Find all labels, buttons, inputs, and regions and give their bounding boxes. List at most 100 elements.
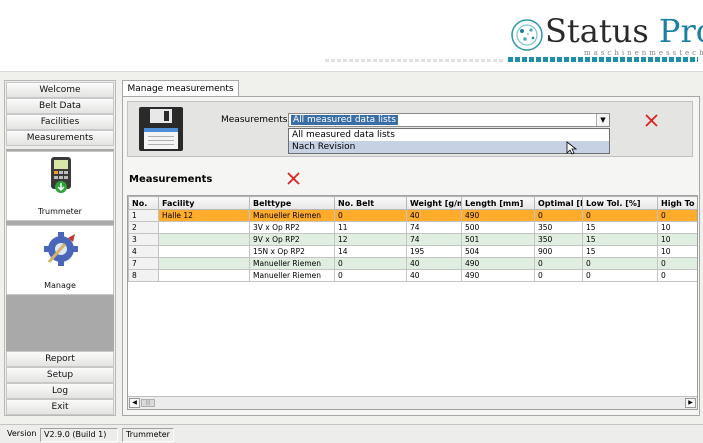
column-header[interactable]: High To <box>657 196 697 210</box>
table-cell: 0 <box>534 257 583 270</box>
table-cell: 10 <box>657 245 697 258</box>
table-cell: 74 <box>406 221 462 234</box>
device-name: Trummeter <box>122 428 174 442</box>
tab-manage-measurements[interactable]: Manage measurements <box>122 80 239 97</box>
table-cell: 12 <box>334 233 407 246</box>
table-cell: 74 <box>406 233 462 246</box>
chevron-down-icon[interactable]: ▼ <box>596 114 609 126</box>
table-cell: 15N x Op RP2 <box>249 245 335 258</box>
table-row[interactable]: 8 Manueller Riemen 0 40 490 0 0 0 <box>128 269 697 282</box>
table-cell: 500 <box>461 221 535 234</box>
measurementset-select[interactable]: All measured data lists ▼ <box>288 113 610 127</box>
table-cell: 1 <box>128 209 159 222</box>
column-header[interactable]: Belttype <box>249 196 335 210</box>
logo-dotted-line-faint <box>325 59 505 62</box>
manage-measurements-panel: Measurementset All measured data lists ▼… <box>122 96 700 416</box>
sidebar-item-measurements[interactable]: Measurements <box>6 130 114 146</box>
table-row[interactable]: 1 Halle 12 Manueller Riemen 0 40 490 0 0… <box>128 209 697 222</box>
column-header[interactable]: Optimal [N <box>534 196 583 210</box>
table-cell: 40 <box>406 209 462 222</box>
table-cell: 0 <box>334 209 407 222</box>
table-cell: 3 <box>128 233 159 246</box>
column-header[interactable]: Low Tol. [%] <box>582 196 658 210</box>
measurementset-label: Measurementset <box>221 115 297 125</box>
measurementset-option[interactable]: Nach Revision <box>289 141 609 153</box>
table-cell: 0 <box>534 269 583 282</box>
delete-measurement-icon[interactable] <box>286 171 301 186</box>
sidebar: Welcome Belt Data Facilities Measurement… <box>4 80 116 416</box>
table-row[interactable]: 4 15N x Op RP2 14 195 504 900 15 10 <box>128 245 697 258</box>
table-cell: 0 <box>657 269 697 282</box>
sidebar-tool-manage[interactable]: Manage <box>6 225 114 295</box>
sidebar-item-welcome[interactable]: Welcome <box>6 82 114 98</box>
column-header[interactable]: No. <box>128 196 159 210</box>
version-value: V2.9.0 (Build 1) <box>40 428 118 442</box>
table-cell: 3V x Op RP2 <box>249 221 335 234</box>
sidebar-item-report[interactable]: Report <box>6 351 114 367</box>
sidebar-item-belt-data[interactable]: Belt Data <box>6 98 114 114</box>
version-label: Version <box>7 429 37 438</box>
column-header[interactable]: Weight [g/m <box>406 196 462 210</box>
table-cell: 195 <box>406 245 462 258</box>
table-cell: 0 <box>534 209 583 222</box>
scroll-left-icon[interactable]: ◀ <box>129 398 140 408</box>
floppy-disk-icon <box>139 107 183 151</box>
column-header[interactable]: No. Belt <box>334 196 407 210</box>
table-cell: 8 <box>128 269 159 282</box>
sidebar-tool-panel: Trummeter Manage <box>6 149 114 351</box>
brand-logo-text: Status Pro <box>545 12 703 50</box>
table-cell: 350 <box>534 233 583 246</box>
column-header[interactable]: Length [mm] <box>461 196 535 210</box>
sidebar-item-facilities[interactable]: Facilities <box>6 114 114 130</box>
table-cell: 7 <box>128 257 159 270</box>
table-cell: 490 <box>461 209 535 222</box>
table-cell: 490 <box>461 257 535 270</box>
column-header[interactable]: Facility <box>158 196 250 210</box>
table-cell: 0 <box>657 257 697 270</box>
logo-swirl-icon <box>511 19 543 51</box>
table-cell: 15 <box>582 245 658 258</box>
table-cell: 14 <box>334 245 407 258</box>
table-header-row: No. Facility Belttype No. Belt Weight [g… <box>128 196 697 210</box>
table-cell: 0 <box>582 257 658 270</box>
sidebar-item-exit[interactable]: Exit <box>6 399 114 415</box>
table-cell <box>158 257 250 270</box>
table-cell: 11 <box>334 221 407 234</box>
manage-gear-icon <box>44 232 78 266</box>
scroll-right-icon[interactable]: ▶ <box>685 398 696 408</box>
measurements-title: Measurements <box>129 174 213 185</box>
table-cell: 40 <box>406 269 462 282</box>
table-cell: Halle 12 <box>158 209 250 222</box>
measurementset-option[interactable]: All measured data lists <box>289 129 609 141</box>
table-cell: 15 <box>582 221 658 234</box>
measurementset-box: Measurementset All measured data lists ▼… <box>127 101 693 157</box>
trummeter-device-icon <box>51 157 71 193</box>
table-cell: 0 <box>334 257 407 270</box>
table-cell <box>158 269 250 282</box>
table-cell: 900 <box>534 245 583 258</box>
table-cell: 10 <box>657 233 697 246</box>
table-row[interactable]: 2 3V x Op RP2 11 74 500 350 15 10 <box>128 221 697 234</box>
table-cell: 4 <box>128 245 159 258</box>
delete-measurementset-icon[interactable] <box>644 113 659 128</box>
horizontal-scrollbar[interactable]: ◀ ||| ▶ <box>128 396 697 409</box>
table-cell: 350 <box>534 221 583 234</box>
table-cell: 2 <box>128 221 159 234</box>
scrollbar-thumb[interactable]: ||| <box>141 399 155 407</box>
table-cell: Manueller Riemen <box>249 209 335 222</box>
sidebar-tool-trummeter-label: Trummeter <box>38 207 82 216</box>
sidebar-tool-trummeter[interactable]: Trummeter <box>6 151 114 221</box>
table-cell <box>158 245 250 258</box>
table-cell: 0 <box>582 209 658 222</box>
table-cell: 504 <box>461 245 535 258</box>
brand-tagline: maschinenmesstechnik <box>584 49 703 57</box>
sidebar-item-log[interactable]: Log <box>6 383 114 399</box>
table-row[interactable]: 3 9V x Op RP2 12 74 501 350 15 10 <box>128 233 697 246</box>
sidebar-item-setup[interactable]: Setup <box>6 367 114 383</box>
brand-name-status: Status <box>545 12 649 50</box>
logo-dotted-line <box>508 57 698 62</box>
status-bar: Version V2.9.0 (Build 1) Trummeter <box>0 424 703 443</box>
measurementset-selected-value: All measured data lists <box>291 115 398 125</box>
table-row[interactable]: 7 Manueller Riemen 0 40 490 0 0 0 <box>128 257 697 270</box>
app-header: Status Pro maschinenmesstechnik <box>0 0 703 72</box>
